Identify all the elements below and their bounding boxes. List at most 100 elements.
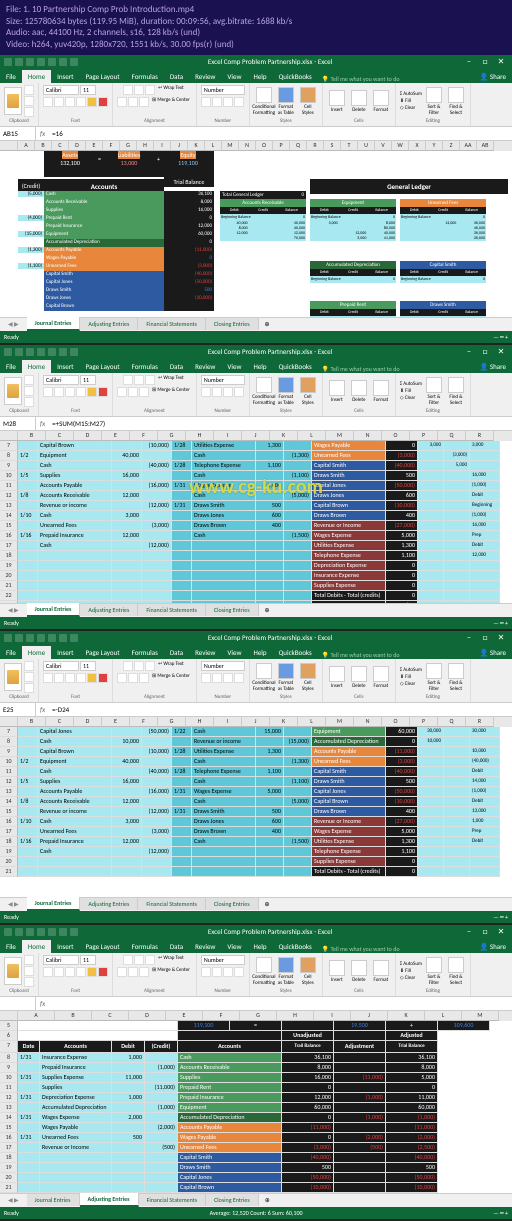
copy-button[interactable] (24, 96, 34, 106)
font-size-select[interactable]: 11 (80, 661, 96, 671)
font-select[interactable]: Calibri (43, 661, 79, 671)
tab-insert[interactable]: Insert (51, 360, 79, 373)
paste-button[interactable] (4, 957, 22, 985)
sheet-tab-adjusting-entries[interactable]: Adjusting Entries (80, 318, 138, 330)
tab-view[interactable]: View (221, 940, 247, 953)
paste-button[interactable] (4, 663, 22, 691)
quick-access-toolbar[interactable] (4, 58, 78, 66)
fx-icon[interactable]: fx (36, 419, 49, 428)
sheet-tab-financial-statements[interactable]: Financial Statements (138, 898, 206, 910)
tab-insert[interactable]: Insert (51, 70, 79, 83)
format-as-table-button[interactable]: Format as Table (276, 86, 296, 116)
insert-cells-button[interactable]: Insert (327, 662, 347, 692)
format-cells-button[interactable]: Format (371, 86, 391, 116)
format-cells-button[interactable]: Format (371, 956, 391, 986)
conditional-formatting-button[interactable]: Conditional Formatting (254, 86, 274, 116)
sheet-tab-closing-entries[interactable]: Closing Entries (206, 1194, 259, 1206)
italic-button[interactable] (54, 967, 64, 977)
cell-styles-button[interactable]: Cell Styles (298, 376, 318, 406)
sort-filter-button[interactable]: Sort & Filter (424, 956, 444, 986)
conditional-formatting-button[interactable]: Conditional Formatting (254, 376, 274, 406)
sheet-tab-financial-statements[interactable]: Financial Statements (139, 1194, 207, 1206)
number-format-select[interactable]: Number (201, 955, 245, 965)
formula-input[interactable]: =16 (49, 129, 512, 138)
format-as-table-button[interactable]: Format as Table (276, 956, 296, 986)
cell-styles-button[interactable]: Cell Styles (298, 956, 318, 986)
sheet-tab-journal-entries[interactable]: Journal Entries (27, 897, 81, 911)
worksheet-grid[interactable]: ABCDEFGHIJKLMNOPQRSTUVWXYZAAAB Assets132… (0, 141, 512, 317)
tab-help[interactable]: Help (247, 360, 272, 373)
insert-cells-button[interactable]: Insert (327, 956, 347, 986)
underline-button[interactable] (65, 97, 75, 107)
tell-me-search[interactable]: 💡 Tell me what you want to do (322, 75, 474, 83)
delete-cells-button[interactable]: Delete (349, 86, 369, 116)
italic-button[interactable] (54, 387, 64, 397)
window-controls[interactable]: −□✕ (462, 56, 508, 68)
sheet-tab-closing-entries[interactable]: Closing Entries (206, 318, 259, 330)
formula-input[interactable]: =-D24 (49, 705, 512, 714)
paste-button[interactable] (4, 377, 22, 405)
copy-button[interactable] (24, 386, 34, 396)
italic-button[interactable] (54, 673, 64, 683)
worksheet-grid[interactable]: BCDEFGHIJKLMNOPQR7Capital Jones(50,000)1… (0, 717, 512, 897)
tab-file[interactable]: File (0, 940, 22, 953)
cell-styles-button[interactable]: Cell Styles (298, 662, 318, 692)
tab-quickbooks[interactable]: QuickBooks (273, 70, 318, 83)
conditional-formatting-button[interactable]: Conditional Formatting (254, 956, 274, 986)
tab-review[interactable]: Review (189, 360, 221, 373)
tab-quickbooks[interactable]: QuickBooks (273, 360, 318, 373)
font-color-button[interactable] (98, 673, 108, 683)
number-format-select[interactable]: Number (201, 85, 245, 95)
format-as-table-button[interactable]: Format as Table (276, 662, 296, 692)
sheet-tab-journal-entries[interactable]: Journal Entries (27, 317, 81, 331)
tab-formulas[interactable]: Formulas (126, 70, 164, 83)
tab-insert[interactable]: Insert (51, 940, 79, 953)
tab-home[interactable]: Home (22, 70, 51, 83)
sheet-tab-financial-statements[interactable]: Financial Statements (138, 604, 206, 616)
share-button[interactable]: 👤 Share (474, 70, 512, 83)
worksheet-grid[interactable]: ABCDEFGHIJKLM5119,100=19,500+109,6006Una… (0, 1011, 512, 1193)
underline-button[interactable] (65, 673, 75, 683)
bold-button[interactable] (43, 97, 53, 107)
delete-cells-button[interactable]: Delete (349, 662, 369, 692)
copy-button[interactable] (24, 966, 34, 976)
find-select-button[interactable]: Find & Select (446, 86, 466, 116)
copy-button[interactable] (24, 672, 34, 682)
format-painter-button[interactable] (24, 977, 34, 987)
tab-data[interactable]: Data (164, 940, 189, 953)
tab-page-layout[interactable]: Page Layout (80, 70, 126, 83)
sheet-tab-closing-entries[interactable]: Closing Entries (206, 604, 259, 616)
font-size-select[interactable]: 11 (80, 85, 96, 95)
font-select[interactable]: Calibri (43, 955, 79, 965)
sort-filter-button[interactable]: Sort & Filter (424, 662, 444, 692)
find-select-button[interactable]: Find & Select (446, 956, 466, 986)
number-format-select[interactable]: Number (201, 375, 245, 385)
fill-color-button[interactable] (87, 387, 97, 397)
font-size-select[interactable]: 11 (80, 375, 96, 385)
border-button[interactable] (76, 387, 86, 397)
conditional-formatting-button[interactable]: Conditional Formatting (254, 662, 274, 692)
tab-file[interactable]: File (0, 646, 22, 659)
sort-filter-button[interactable]: Sort & Filter (424, 376, 444, 406)
format-painter-button[interactable] (24, 683, 34, 693)
tab-formulas[interactable]: Formulas (126, 940, 164, 953)
sort-filter-button[interactable]: Sort & Filter (424, 86, 444, 116)
tab-file[interactable]: File (0, 360, 22, 373)
tab-help[interactable]: Help (247, 70, 272, 83)
cut-button[interactable] (24, 85, 34, 95)
sheet-tab-adjusting-entries[interactable]: Adjusting Entries (80, 1193, 139, 1207)
fill-color-button[interactable] (87, 967, 97, 977)
find-select-button[interactable]: Find & Select (446, 662, 466, 692)
fill-color-button[interactable] (87, 673, 97, 683)
tab-page-layout[interactable]: Page Layout (80, 360, 126, 373)
cut-button[interactable] (24, 375, 34, 385)
tab-quickbooks[interactable]: QuickBooks (273, 940, 318, 953)
name-box[interactable]: E25 (0, 703, 36, 716)
tab-data[interactable]: Data (164, 646, 189, 659)
bold-button[interactable] (43, 387, 53, 397)
border-button[interactable] (76, 97, 86, 107)
sheet-tab-adjusting-entries[interactable]: Adjusting Entries (80, 604, 138, 616)
number-format-select[interactable]: Number (201, 661, 245, 671)
tab-view[interactable]: View (221, 70, 247, 83)
border-button[interactable] (76, 673, 86, 683)
